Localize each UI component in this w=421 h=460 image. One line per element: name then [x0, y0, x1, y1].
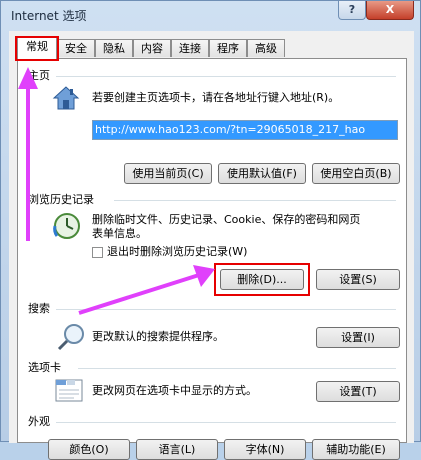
help-button[interactable]: ?	[338, 1, 366, 20]
window-title: Internet 选项	[11, 9, 87, 23]
internet-options-dialog: Internet 选项 ? X 常规 安全 隐私 内容 连接 程序 高级 主页	[0, 0, 421, 460]
dialog-client: 常规 安全 隐私 内容 连接 程序 高级 主页 若要创建主页选项卡，请在各地址行…	[9, 31, 414, 460]
arrow-to-delete-button-icon	[78, 265, 215, 315]
arrow-to-general-tab-icon	[18, 67, 38, 241]
close-button[interactable]: X	[366, 1, 414, 20]
annotation-arrows	[18, 67, 215, 315]
